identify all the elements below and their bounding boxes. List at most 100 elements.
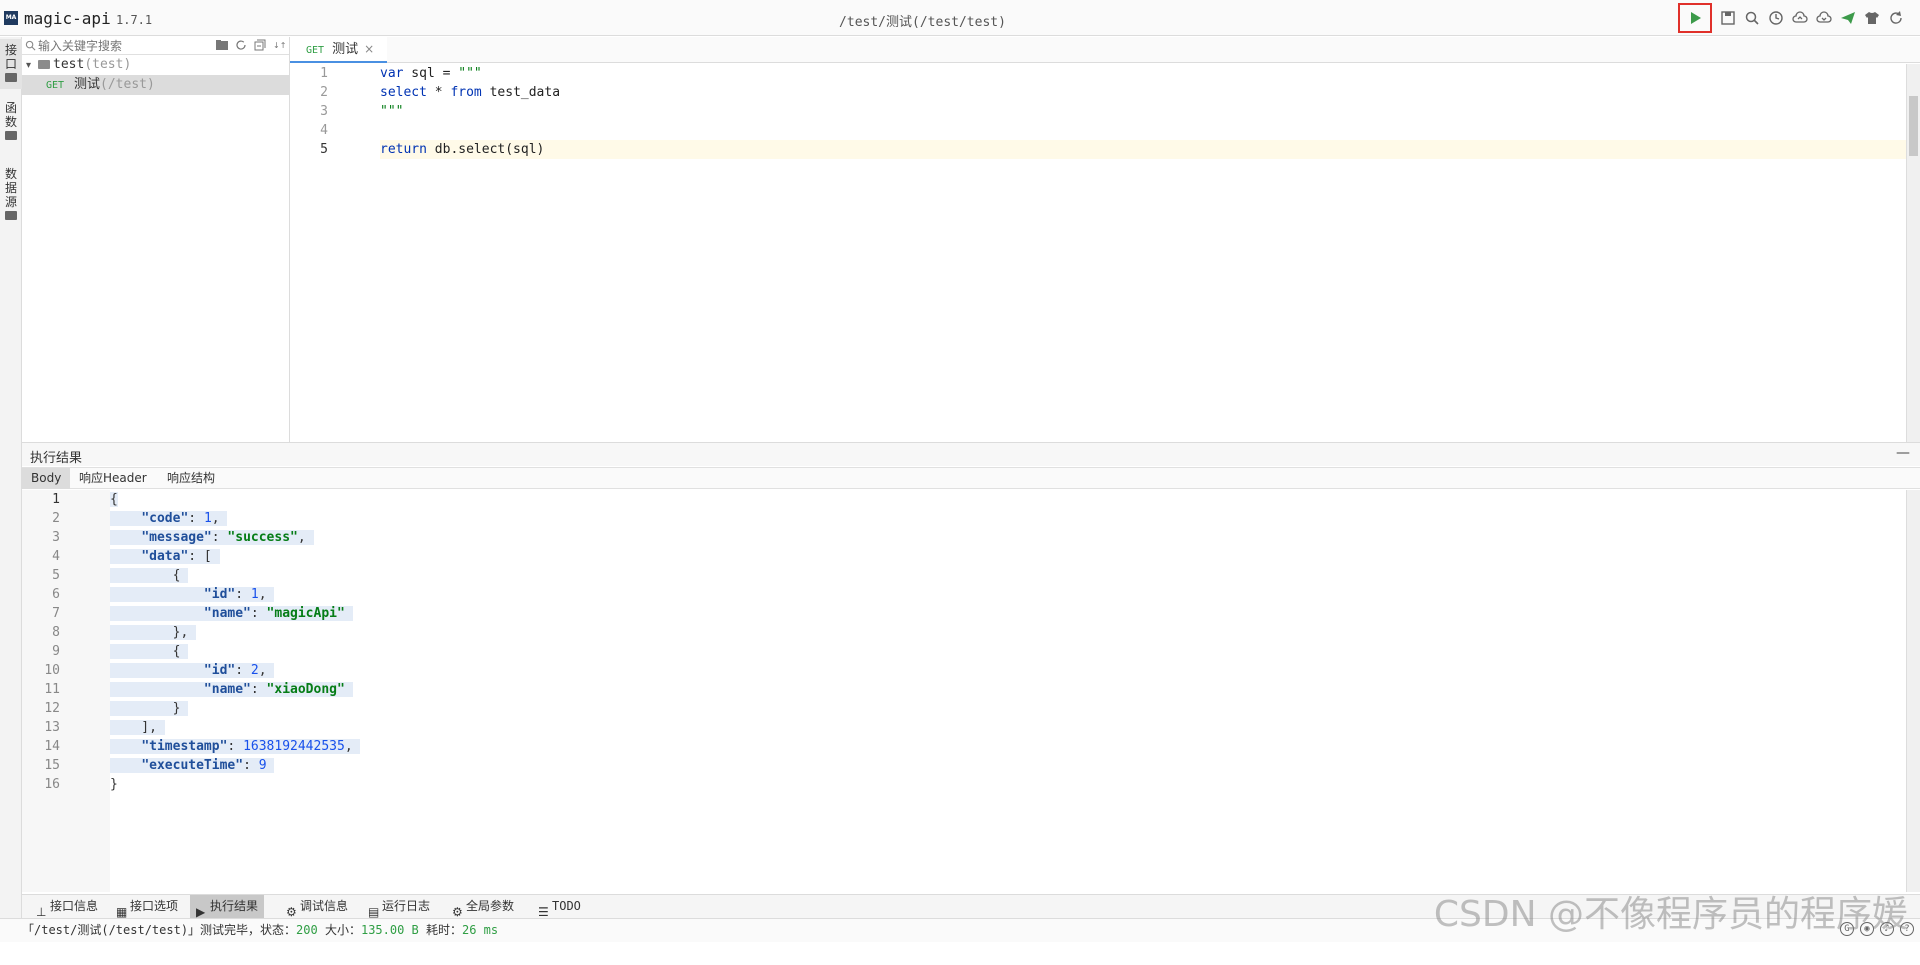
json-line: "name": "xiaoDong" [110,680,1906,699]
line-number: 4 [52,549,60,564]
status-code: 200 [296,923,318,937]
folder-icon [5,131,17,140]
json-line: "name": "magicApi" [110,604,1906,623]
scrollbar-thumb[interactable] [1909,96,1918,156]
json-line: "id": 1, [110,585,1906,604]
group-name: test [53,57,85,72]
history-button[interactable] [1766,6,1786,30]
push-icon [1841,12,1855,24]
line-number: 5 [320,142,328,157]
close-icon[interactable]: × [364,42,374,56]
code-keyword: return [380,142,427,157]
bottom-tab-label: 接口选项 [130,899,179,913]
sort-icon: ↓↑ [273,41,285,50]
line-number: 6 [52,587,60,602]
current-api-path: /test/测试(/test/test) [839,15,1006,30]
search-icon [1745,11,1759,25]
json-id-value: 2 [250,663,259,678]
api-path: (/test) [100,77,155,92]
code-keyword: from [450,85,482,100]
chevron-down-icon: ▾ [26,60,32,71]
save-icon [1721,11,1735,25]
json-line: { [110,568,189,583]
watermark: CSDN @不像程序员的程序媛 [1433,894,1908,935]
search-input[interactable] [38,38,198,54]
tab-api-options[interactable]: ▦ 接口选项 [110,895,184,919]
json-executetime-value: 9 [258,758,267,773]
line-number: 12 [44,701,60,716]
json-name-value: "magicApi" [266,606,345,621]
line-number: 2 [320,85,328,100]
new-folder-icon [215,40,228,50]
result-json-viewer[interactable]: { "code": 1, "message": "success", "data… [110,490,1906,892]
tab-label: 测试 [332,42,359,57]
refresh-icon [235,40,246,50]
bottom-tab-label: 全局参数 [466,899,515,913]
tab-todo[interactable]: ☰ TODO [532,895,587,919]
json-line: } [110,701,189,716]
json-timestamp-value: 1638192442535 [243,739,345,754]
activity-datasource-label: 数据源 [5,167,18,209]
upload-button[interactable] [1790,6,1810,30]
run-icon [1691,12,1701,24]
code-editor[interactable]: var sql = """ select * from test_data ""… [380,64,1906,442]
code-line: select * from test_data [380,83,1906,102]
bottom-tab-label: 接口信息 [50,899,99,913]
line-number: 13 [44,720,60,735]
tree-tools: ↓↑ [215,38,285,52]
push-button[interactable] [1838,6,1858,30]
editor-gutter: 1 2 3 4 5 [290,64,380,442]
activity-api-label: 接口 [5,43,18,71]
activity-function[interactable]: 函数 [0,101,22,151]
collapse-icon [254,39,265,51]
tab-execution-result[interactable]: ▶ 执行结果 [190,895,265,919]
search-button[interactable] [1742,6,1762,30]
code-text: test_data [481,85,561,100]
activity-datasource[interactable]: 数据源 [0,167,22,231]
result-tabs: Body 响应Header 响应结构 [22,467,1920,489]
search-icon [25,40,36,51]
line-number: 1 [320,66,328,81]
skin-button[interactable] [1862,6,1882,30]
play-icon: ▶ [196,905,206,919]
save-button[interactable] [1718,6,1738,30]
bottom-tab-label: 调试信息 [300,899,349,913]
bottom-tab-label: 执行结果 [210,899,259,913]
json-code-value: 1 [203,511,212,526]
tree-group-test[interactable]: ▾ test(test) [22,55,289,75]
sort-button[interactable]: ↓↑ [272,38,285,52]
minimize-button[interactable]: — [1896,445,1910,461]
tab-api[interactable]: GET 测试 × [290,37,387,63]
tab-debug-info[interactable]: ⚙ 调试信息 [280,895,354,919]
upload-icon [1792,11,1808,23]
refresh-button[interactable] [1886,6,1906,30]
code-text: sql = [403,66,459,81]
activity-api[interactable]: 接口 [0,39,22,89]
folder-icon [5,211,17,220]
collapse-all-button[interactable] [253,38,266,52]
new-folder-button[interactable] [215,38,228,52]
download-button[interactable] [1814,6,1834,30]
tab-body[interactable]: Body [22,468,71,489]
line-number: 10 [44,663,60,678]
result-gutter: 1 2 3 4 5 6 7 8 9 10 11 12 13 14 15 16 [22,490,110,892]
line-number: 14 [44,739,60,754]
list-icon: ☰ [538,905,549,919]
tab-response-structure[interactable]: 响应结构 [158,468,224,489]
run-button[interactable] [1678,3,1712,33]
json-line: }, [110,625,197,640]
tab-response-header[interactable]: 响应Header [70,468,156,489]
json-name-value: "xiaoDong" [266,682,345,697]
result-panel-title: 执行结果 [30,451,83,466]
line-number: 7 [52,606,60,621]
tab-api-info[interactable]: ⊥ 接口信息 [30,895,104,919]
code-keyword: var [380,66,404,81]
editor-scrollbar[interactable] [1906,64,1920,442]
api-tree-panel: ↓↑ ▾ test(test) GET 测试(/test) [22,37,290,442]
tab-global-params[interactable]: ⚙ 全局参数 [446,895,520,919]
refresh-tree-button[interactable] [234,38,247,52]
result-scrollbar[interactable] [1906,490,1920,892]
tab-run-log[interactable]: ▤ 运行日志 [362,895,436,919]
tree-item-api[interactable]: GET 测试(/test) [22,75,289,95]
